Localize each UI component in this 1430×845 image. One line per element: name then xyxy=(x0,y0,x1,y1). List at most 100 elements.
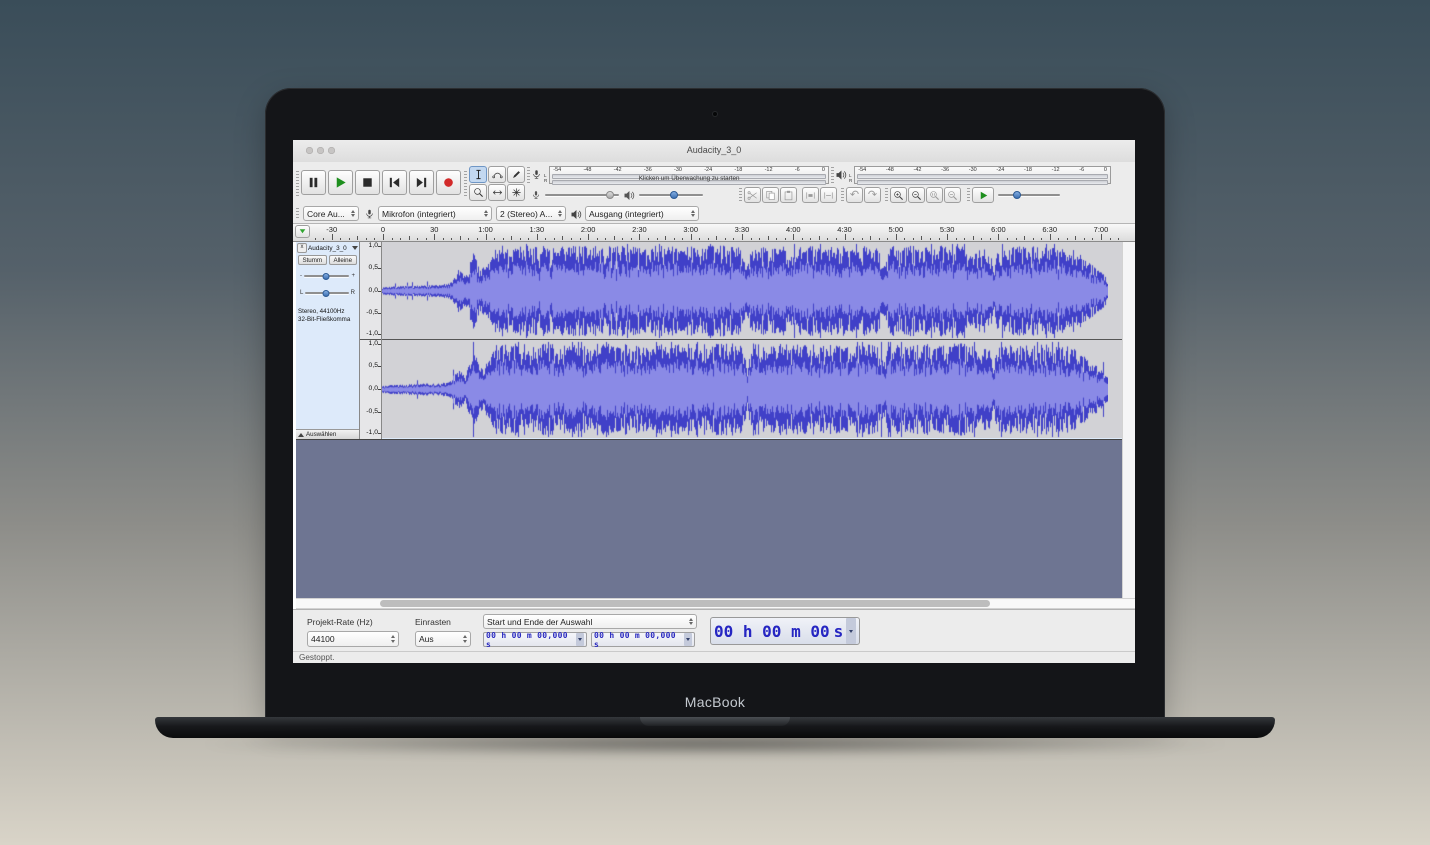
timeline-tick xyxy=(725,238,726,240)
timeline-scale[interactable]: -300301:001:302:002:303:003:304:004:305:… xyxy=(312,224,1122,240)
multi-tool-button[interactable] xyxy=(507,184,525,201)
timeline-tick xyxy=(315,238,316,240)
vertical-ruler[interactable]: 1,00,50,0-0,5-1,0 xyxy=(360,340,381,438)
waveform-channel-left[interactable] xyxy=(382,242,1122,340)
timeline-tick xyxy=(845,234,846,240)
skip-to-start-button[interactable] xyxy=(382,170,407,195)
stop-button[interactable] xyxy=(355,170,380,195)
select-arrows-icon xyxy=(391,635,395,643)
fit-selection-button[interactable] xyxy=(926,187,943,203)
timeshift-tool-button[interactable] xyxy=(488,184,506,201)
recording-meter[interactable]: LR -54-48-42-36-30-24-18-12-60 Klicken u… xyxy=(531,166,829,184)
envelope-tool-button[interactable] xyxy=(488,166,506,183)
undo-button[interactable]: ↶ xyxy=(846,187,863,203)
timeline-tick xyxy=(1058,238,1059,240)
skip-to-end-button[interactable] xyxy=(409,170,434,195)
track-menu-caret-icon[interactable] xyxy=(352,246,358,250)
recording-volume-slider[interactable] xyxy=(545,189,619,201)
solo-button[interactable]: Alleine xyxy=(329,255,358,265)
vertical-ruler[interactable]: 1,00,50,0-0,5-1,0 xyxy=(360,242,381,340)
playback-meter[interactable]: LR -54-48-42-36-30-24-18-12-60 xyxy=(835,166,1111,184)
copy-button[interactable] xyxy=(762,187,779,203)
timeline-tick xyxy=(973,236,974,240)
paste-button[interactable] xyxy=(780,187,797,203)
playback-speed-slider[interactable] xyxy=(998,189,1060,201)
timeline-tick xyxy=(981,238,982,240)
transport-toolbar-grip[interactable] xyxy=(296,171,299,197)
time-format-caret-icon[interactable] xyxy=(846,618,856,644)
playback-device-select[interactable]: Ausgang (integriert) xyxy=(585,206,699,221)
draw-tool-button[interactable] xyxy=(507,166,525,183)
silence-selection-button[interactable] xyxy=(820,187,837,203)
timeline-tick xyxy=(1041,238,1042,240)
recording-meter-grip[interactable] xyxy=(527,167,530,183)
title-bar[interactable]: Audacity_3_0 xyxy=(293,140,1135,163)
timeline-tick xyxy=(400,238,401,240)
timeline-tick xyxy=(802,238,803,240)
track-view-area[interactable]: x Audacity_3_0 Stumm Alleine - xyxy=(296,242,1122,598)
snap-select[interactable]: Aus xyxy=(415,631,471,647)
tools-toolbar-grip[interactable] xyxy=(464,171,467,197)
edit-toolbar-grip[interactable] xyxy=(739,188,742,201)
waveform-column xyxy=(382,242,1122,439)
vertical-scrollbar[interactable] xyxy=(1122,242,1135,598)
project-rate-select[interactable]: 44100 xyxy=(307,631,399,647)
selection-tool-button[interactable] xyxy=(469,166,487,183)
selection-start-time[interactable]: 00 h 00 m 00,000 s xyxy=(483,632,587,647)
time-format-caret-icon[interactable] xyxy=(576,633,584,646)
recording-device-select[interactable]: Mikrofon (integriert) xyxy=(378,206,492,221)
selection-mode-select[interactable]: Start und Ende der Auswahl xyxy=(483,614,697,629)
mute-button[interactable]: Stumm xyxy=(298,255,327,265)
timeline-tick xyxy=(1092,238,1093,240)
waveform-channel-right[interactable] xyxy=(382,340,1122,438)
timeline-tick xyxy=(665,236,666,240)
timeline-tick xyxy=(793,234,794,240)
timeline-tick xyxy=(913,238,914,240)
time-format-caret-icon[interactable] xyxy=(684,633,692,646)
vertical-ruler-column: 1,00,50,0-0,5-1,0 1,00,50,0-0,5-1,0 xyxy=(360,242,382,439)
selection-end-time[interactable]: 00 h 00 m 00,000 s xyxy=(591,632,695,647)
zoom-in-button[interactable] xyxy=(890,187,907,203)
device-toolbar-grip[interactable] xyxy=(296,208,299,220)
record-button[interactable] xyxy=(436,170,461,195)
pause-button[interactable] xyxy=(301,170,326,195)
zoom-toolbar xyxy=(890,187,961,203)
playback-volume-slider[interactable] xyxy=(639,189,703,201)
big-time-display[interactable]: 00 h 00 m 00 s xyxy=(710,617,860,645)
close-window-button[interactable] xyxy=(306,147,313,154)
track-name[interactable]: Audacity_3_0 xyxy=(308,245,351,252)
playback-meter-grip[interactable] xyxy=(831,167,834,183)
fit-project-button[interactable] xyxy=(944,187,961,203)
timeline-options-button[interactable] xyxy=(295,225,310,238)
microphone-icon xyxy=(531,168,542,182)
pan-slider-row: L R xyxy=(300,287,355,299)
audio-host-select[interactable]: Core Au... xyxy=(303,206,359,221)
zoom-out-button[interactable] xyxy=(908,187,925,203)
minimize-window-button[interactable] xyxy=(317,147,324,154)
timeline-tick xyxy=(494,238,495,240)
recording-channels-select[interactable]: 2 (Stereo) A... xyxy=(496,206,566,221)
meter-scale-label: -18 xyxy=(1024,167,1032,174)
recording-meter-overlay-text: Klicken um Überwachung zu starten xyxy=(550,175,828,182)
history-toolbar-grip[interactable] xyxy=(841,188,844,201)
trim-outside-selection-button[interactable] xyxy=(802,187,819,203)
collapse-arrow-icon xyxy=(298,433,304,437)
zoom-window-button[interactable] xyxy=(328,147,335,154)
gain-slider[interactable] xyxy=(304,270,349,282)
timeline[interactable]: -300301:001:302:002:303:003:304:004:305:… xyxy=(293,224,1135,242)
track-close-button[interactable]: x xyxy=(297,243,307,253)
zoom-tool-button[interactable] xyxy=(469,184,487,201)
horizontal-scrollbar[interactable] xyxy=(296,598,1135,609)
horizontal-scrollbar-thumb[interactable] xyxy=(380,600,990,607)
play-button[interactable] xyxy=(328,170,353,195)
pan-slider[interactable] xyxy=(305,287,348,299)
play-at-speed-button[interactable] xyxy=(972,187,994,203)
redo-button[interactable]: ↷ xyxy=(864,187,881,203)
track-collapse-button[interactable]: Auswählen xyxy=(296,429,359,439)
timeline-tick xyxy=(964,238,965,240)
play-at-speed-grip[interactable] xyxy=(967,188,970,201)
vertical-ruler-label: 0,5 xyxy=(369,362,378,369)
cut-button[interactable] xyxy=(744,187,761,203)
timeline-tick xyxy=(486,234,487,240)
zoom-toolbar-grip[interactable] xyxy=(885,188,888,201)
